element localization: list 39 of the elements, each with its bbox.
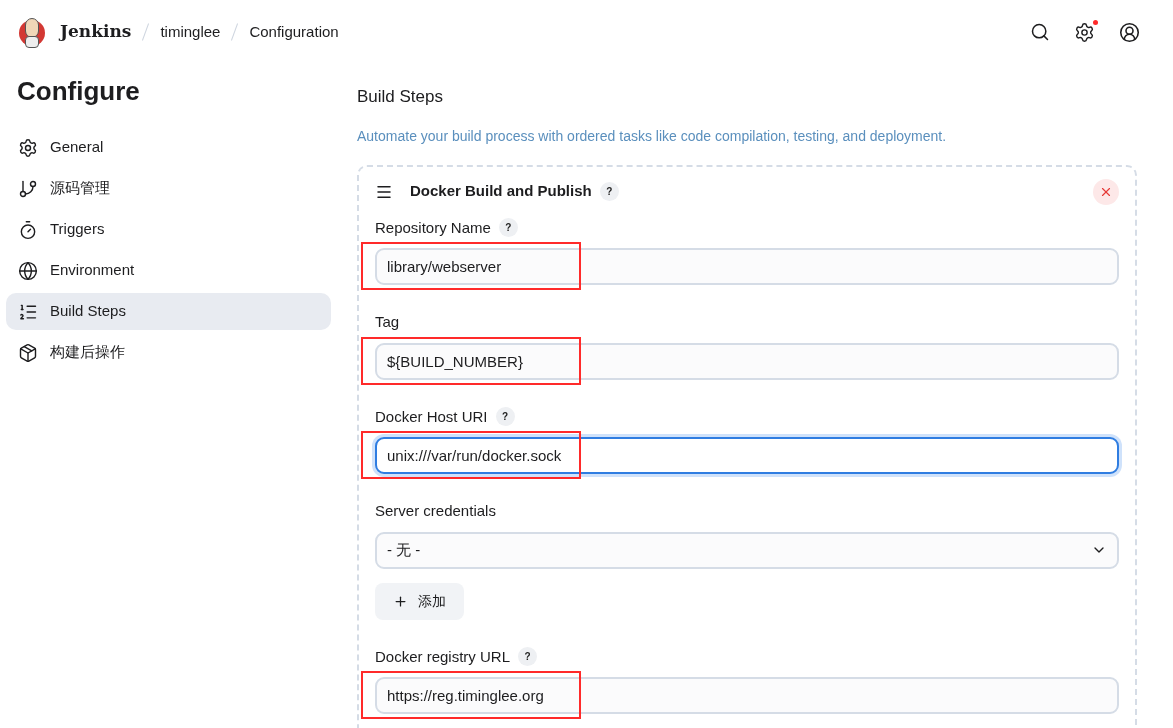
user-icon[interactable] [1119, 21, 1140, 43]
breadcrumb-link[interactable]: timinglee [160, 20, 221, 44]
brand-name[interactable]: Jenkins [60, 19, 132, 45]
globe-icon [18, 260, 38, 281]
jenkins-logo-icon[interactable] [17, 16, 45, 48]
help-button[interactable]: ? [599, 182, 619, 201]
sidebar-item[interactable]: Triggers [6, 211, 331, 248]
settings-icon[interactable] [1074, 21, 1095, 43]
help-button[interactable]: ? [498, 218, 518, 238]
search-icon[interactable] [1030, 22, 1050, 42]
sidebar-item[interactable]: Build Steps [6, 293, 331, 330]
timer-icon [18, 219, 38, 240]
step-title: Docker Build and Publish [410, 181, 592, 202]
plus-icon [393, 593, 408, 609]
field-label: Docker Host URI [375, 406, 488, 427]
field-label: Server credentials [375, 501, 496, 521]
credentials-dropdown[interactable]: - 无 - [375, 531, 1119, 569]
help-button[interactable]: ? [495, 407, 515, 427]
section-description: Automate your build process with ordered tasks like code compilation, testing, and deployment. [357, 126, 948, 146]
text-field[interactable]: unix:///var/run/docker.sock [375, 437, 1119, 474]
section-title: Build Steps [357, 86, 444, 108]
delete-button[interactable] [1093, 178, 1119, 205]
branch-icon [18, 178, 38, 199]
add-button[interactable]: 添加 [375, 582, 464, 620]
package-icon [18, 342, 38, 363]
sidebar-item[interactable]: Environment [6, 252, 331, 289]
page-title: Configure [16, 75, 141, 108]
help-button[interactable]: ? [518, 647, 538, 667]
sidebar-item[interactable]: 源码管理 [6, 170, 331, 207]
gear-icon [18, 137, 38, 158]
field-label: Tag [375, 312, 400, 332]
sidebar-item[interactable]: General [6, 129, 331, 166]
text-field[interactable]: https://reg.timinglee.org [375, 677, 1119, 714]
text-field[interactable]: ${BUILD_NUMBER} [375, 342, 1119, 380]
text-field[interactable]: library/webserver [375, 248, 1119, 285]
breadcrumb-link[interactable]: Configuration [249, 20, 339, 44]
field-label: Repository Name [375, 217, 491, 238]
field-label: Docker registry URL [375, 646, 511, 667]
sidebar-item[interactable]: 构建后操作 [6, 334, 331, 371]
